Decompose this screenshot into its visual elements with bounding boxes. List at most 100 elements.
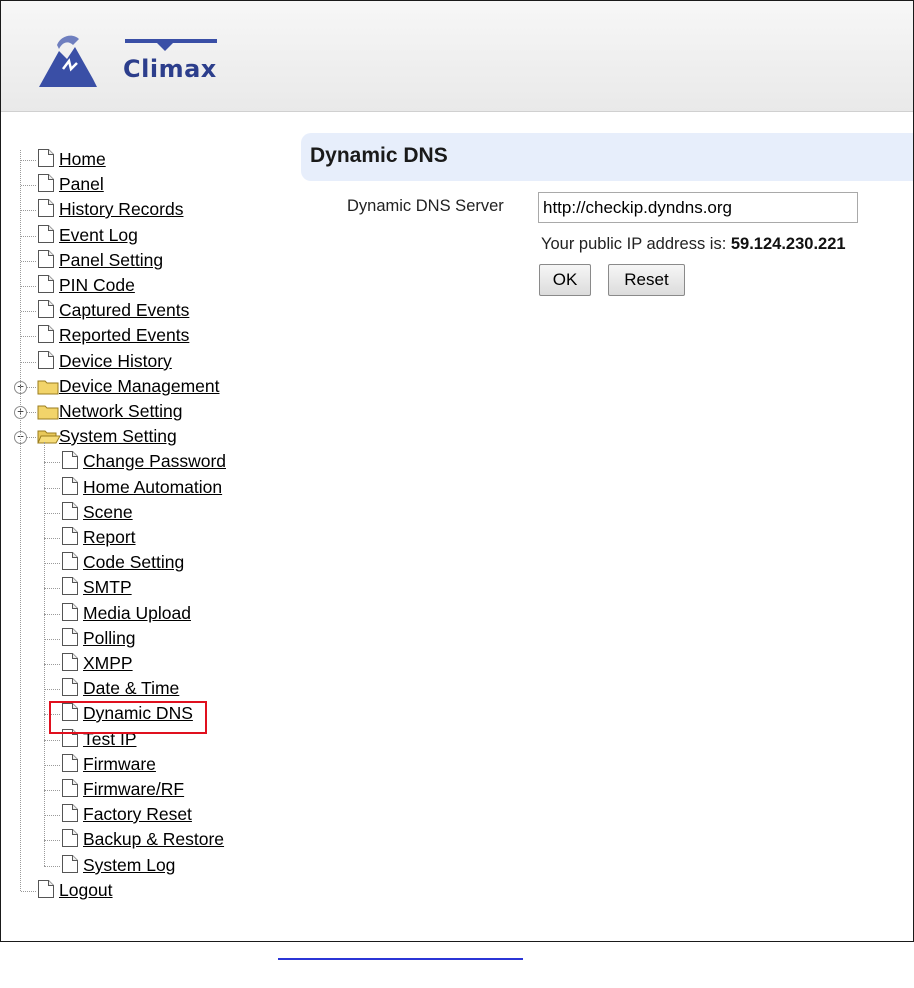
sidebar-item-label[interactable]: Device Management xyxy=(59,376,220,397)
tree-connector xyxy=(21,311,36,312)
page-icon xyxy=(61,854,79,874)
sidebar-item-label[interactable]: PIN Code xyxy=(59,275,135,296)
dynamic-dns-server-input[interactable] xyxy=(538,192,858,223)
sidebar-item-label[interactable]: Report xyxy=(83,527,136,548)
sidebar-item-label[interactable]: Home Automation xyxy=(83,477,222,498)
sidebar-item-label[interactable]: Media Upload xyxy=(83,603,191,624)
tree-connector xyxy=(44,866,60,867)
sidebar-item-label[interactable]: Factory Reset xyxy=(83,804,192,825)
page-icon xyxy=(37,324,55,344)
page-icon xyxy=(37,299,55,319)
tree-connector xyxy=(44,790,60,791)
page-icon xyxy=(37,274,55,294)
page-icon xyxy=(61,778,79,798)
header-bar: Climax xyxy=(1,1,913,112)
ok-button[interactable]: OK xyxy=(539,264,591,296)
sidebar-item-label[interactable]: XMPP xyxy=(83,653,133,674)
tree-connector xyxy=(44,815,60,816)
page-icon xyxy=(61,526,79,546)
sidebar-item-label[interactable]: Panel xyxy=(59,174,104,195)
page-icon xyxy=(61,576,79,596)
tree-connector xyxy=(44,664,60,665)
sidebar-item-label[interactable]: Firmware xyxy=(83,754,156,775)
tree-connector xyxy=(21,210,36,211)
browser-frame: Climax Home Panel History Records Event Log… xyxy=(0,0,914,942)
public-ip-label: Your public IP address is: xyxy=(541,235,727,253)
tree-connector xyxy=(20,150,21,891)
tree-connector xyxy=(27,412,36,413)
page-icon xyxy=(37,173,55,193)
reset-button[interactable]: Reset xyxy=(608,264,685,296)
page-icon xyxy=(61,803,79,823)
tree-connector xyxy=(21,286,36,287)
tree-connector xyxy=(44,462,60,463)
page-icon xyxy=(61,602,79,622)
tree-connector xyxy=(44,538,60,539)
page-icon xyxy=(61,753,79,773)
tree-connector xyxy=(21,891,36,892)
tree-connector xyxy=(21,336,36,337)
sidebar-item-label[interactable]: Scene xyxy=(83,502,133,523)
brand-name: Climax xyxy=(123,55,217,83)
sidebar-item-label[interactable]: Event Log xyxy=(59,225,138,246)
tree-connector xyxy=(44,488,60,489)
server-label: Dynamic DNS Server xyxy=(347,197,504,215)
sidebar-item-label[interactable]: Date & Time xyxy=(83,678,179,699)
bottom-link-underline[interactable] xyxy=(278,958,523,960)
sidebar-item-label[interactable]: SMTP xyxy=(83,577,132,598)
public-ip-line: Your public IP address is: 59.124.230.22… xyxy=(541,235,846,254)
tree-connector xyxy=(21,362,36,363)
sidebar-item-label[interactable]: Network Setting xyxy=(59,401,183,422)
highlight-box-dynamic-dns xyxy=(49,701,207,734)
tree-connector xyxy=(21,261,36,262)
sidebar-item-label[interactable]: History Records xyxy=(59,199,183,220)
tree-connector xyxy=(27,437,36,438)
page-icon xyxy=(61,828,79,848)
sidebar-item-label[interactable]: Polling xyxy=(83,628,136,649)
page-icon xyxy=(61,551,79,571)
tree-connector xyxy=(44,765,60,766)
page-icon xyxy=(37,249,55,269)
sidebar-item-label[interactable]: Device History xyxy=(59,351,172,372)
page-icon xyxy=(61,677,79,697)
page-title-bar: Dynamic DNS xyxy=(301,133,913,181)
sidebar-item-label[interactable]: Captured Events xyxy=(59,300,189,321)
tree-connector xyxy=(44,639,60,640)
tree-connector xyxy=(44,588,60,589)
sidebar-item-label[interactable]: Reported Events xyxy=(59,325,189,346)
page-icon xyxy=(61,501,79,521)
tree-connector xyxy=(44,689,60,690)
page-icon xyxy=(61,652,79,672)
tree-connector xyxy=(21,160,36,161)
tree-connector xyxy=(44,513,60,514)
tree-connector xyxy=(21,236,36,237)
page-icon xyxy=(37,198,55,218)
page-icon xyxy=(37,350,55,370)
sidebar-item-label[interactable]: System Log xyxy=(83,855,175,876)
sidebar-item-label[interactable]: Backup & Restore xyxy=(83,829,224,850)
tree-connector xyxy=(44,614,60,615)
tree-connector xyxy=(27,387,36,388)
page-icon xyxy=(61,476,79,496)
public-ip-value: 59.124.230.221 xyxy=(730,235,846,253)
tree-connector xyxy=(44,563,60,564)
folder-icon xyxy=(37,379,59,395)
page-title: Dynamic DNS xyxy=(310,144,448,167)
page-icon xyxy=(37,879,55,899)
page-icon xyxy=(61,627,79,647)
page-icon xyxy=(37,148,55,168)
tree-connector xyxy=(44,442,45,867)
sidebar-item-label[interactable]: Change Password xyxy=(83,451,226,472)
sidebar-item-label[interactable]: Code Setting xyxy=(83,552,184,573)
sidebar-item-label[interactable]: Panel Setting xyxy=(59,250,163,271)
folder-icon xyxy=(37,404,59,420)
folder-open-icon xyxy=(37,429,61,445)
sidebar-item-label[interactable]: System Setting xyxy=(59,426,177,447)
page-icon xyxy=(61,450,79,470)
tree-connector xyxy=(44,740,60,741)
sidebar-item-label[interactable]: Firmware/RF xyxy=(83,779,184,800)
tree-connector xyxy=(44,840,60,841)
sidebar-item-label[interactable]: Logout xyxy=(59,880,113,901)
climax-logo[interactable]: Climax xyxy=(35,29,225,95)
sidebar-item-label[interactable]: Home xyxy=(59,149,106,170)
